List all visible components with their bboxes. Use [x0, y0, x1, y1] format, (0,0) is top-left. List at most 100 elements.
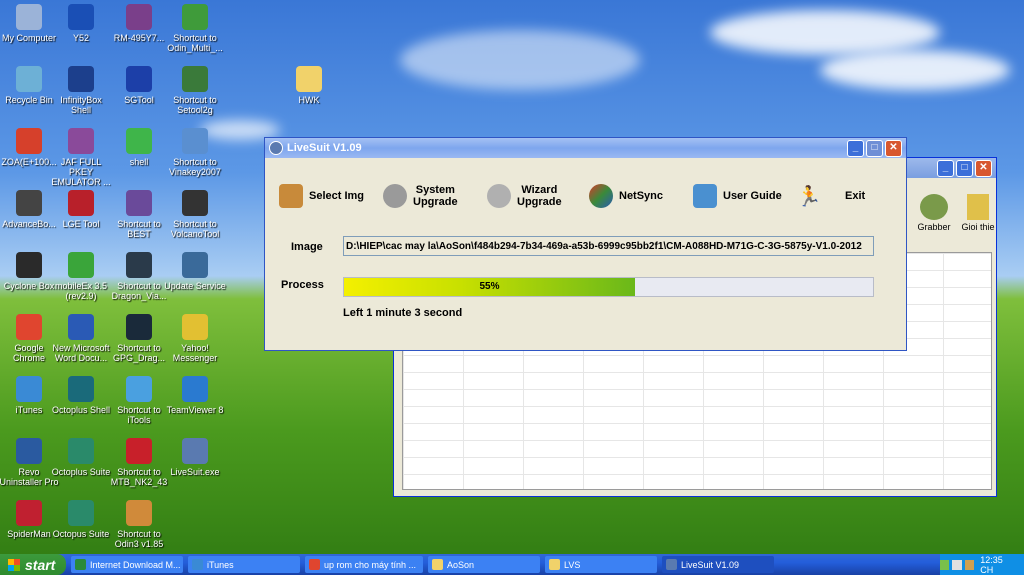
taskbar-task[interactable]: up rom cho máy tính ... [305, 556, 423, 573]
desktop-icon-label: shell [129, 157, 149, 167]
task-icon [75, 559, 86, 570]
livesuit-window[interactable]: LiveSuit V1.09 _ □ ✕ Select Img System U… [264, 137, 907, 351]
desktop-icon[interactable]: mobileEx 3.5 (rev2.9) [50, 252, 112, 301]
app-icon [182, 190, 208, 216]
info-icon [967, 194, 989, 220]
volume-icon[interactable] [952, 559, 962, 570]
wizard-upgrade-label-1: Wizard [521, 184, 558, 196]
desktop-icon[interactable]: JAF FULL PKEY EMULATOR ... [50, 128, 112, 187]
app-icon [68, 66, 94, 92]
desktop-icon[interactable]: Shortcut to Odin_Multi_... [164, 4, 226, 53]
wizard-upgrade-label-2: Upgrade [517, 196, 562, 208]
desktop-icon[interactable]: New Microsoft Word Docu... [50, 314, 112, 363]
desktop-icon[interactable]: Shortcut to Odin3 v1.85 [108, 500, 170, 549]
desktop-icon[interactable]: Octoplus Suite [50, 438, 112, 477]
desktop-icon[interactable]: Shortcut to iTools [108, 376, 170, 425]
maximize-button[interactable]: □ [956, 159, 973, 177]
app-icon [126, 190, 152, 216]
desktop-icon[interactable]: RM-495Y7... [108, 4, 170, 43]
wizard-upgrade-button[interactable]: Wizard Upgrade [487, 184, 562, 208]
window-title: LiveSuit V1.09 [287, 142, 362, 154]
app-icon [182, 438, 208, 464]
minimize-button[interactable]: _ [847, 139, 864, 157]
task-label: up rom cho máy tính ... [324, 559, 417, 570]
desktop-icon-label: Shortcut to Odin_Multi_... [167, 33, 223, 53]
close-button[interactable]: ✕ [885, 139, 902, 157]
grabber-label: Grabber [917, 222, 951, 232]
task-icon [309, 559, 320, 570]
desktop-icon-label: Update Service [164, 281, 226, 291]
desktop-icon-label: Y52 [72, 33, 89, 43]
desktop-icon[interactable]: Shortcut to GPG_Drag... [108, 314, 170, 363]
app-icon [182, 128, 208, 154]
app-icon [126, 128, 152, 154]
taskbar-task[interactable]: LVS [545, 556, 657, 573]
user-guide-button[interactable]: User Guide [693, 184, 782, 208]
app-icon [16, 438, 42, 464]
desktop-icon[interactable]: HWK [278, 66, 340, 105]
app-icon [16, 376, 42, 402]
grabber-button[interactable]: Grabber [914, 194, 954, 232]
desktop-icon[interactable]: InfinityBox Shell [50, 66, 112, 115]
livesuit-titlebar[interactable]: LiveSuit V1.09 _ □ ✕ [265, 138, 906, 158]
tray-app-icon[interactable] [964, 559, 975, 570]
desktop-icon[interactable]: Shortcut to Setool2g [164, 66, 226, 115]
app-icon [126, 66, 152, 92]
desktop-icon-label: Yahoo! Messenger [172, 343, 218, 363]
desktop-icon-label: Octoplus Suite [51, 467, 111, 477]
desktop-icon[interactable]: Octopus Suite [50, 500, 112, 539]
desktop-icon-label: JAF FULL PKEY EMULATOR ... [51, 157, 111, 187]
box-icon [279, 184, 303, 208]
desktop-icon[interactable]: Shortcut to Dragon_Via... [108, 252, 170, 301]
desktop-icon-label: RM-495Y7... [113, 33, 165, 43]
network-icon[interactable] [940, 559, 950, 570]
desktop-icon[interactable]: Shortcut to BEST [108, 190, 170, 239]
app-icon [16, 128, 42, 154]
image-label: Image [291, 241, 323, 253]
maximize-button[interactable]: □ [866, 139, 883, 157]
taskbar: start Internet Download M... iTunes up rom… [0, 554, 1024, 575]
desktop-icon[interactable]: SGTool [108, 66, 170, 105]
desktop-icon[interactable]: Shortcut to Vinakey2007 [164, 128, 226, 177]
desktop-icon-label: Shortcut to Dragon_Via... [111, 281, 167, 301]
user-guide-label: User Guide [723, 190, 782, 202]
taskbar-task[interactable]: LiveSuit V1.09 [662, 556, 774, 573]
desktop-icon[interactable]: LGE Tool [50, 190, 112, 229]
desktop-icon-label: Octopus Suite [52, 529, 110, 539]
info-button[interactable]: Gioi thie [960, 194, 996, 232]
desktop-icon[interactable]: shell [108, 128, 170, 167]
app-icon [68, 252, 94, 278]
clock[interactable]: 12:35 CH [980, 555, 1016, 575]
desktop-icon[interactable]: Shortcut to VolcanoTool [164, 190, 226, 239]
cog-icon [487, 184, 511, 208]
desktop-icon[interactable]: TeamViewer 8 [164, 376, 226, 415]
task-label: LVS [564, 559, 581, 570]
system-upgrade-button[interactable]: System Upgrade [383, 184, 458, 208]
desktop-icon[interactable]: Y52 [50, 4, 112, 43]
desktop-icon[interactable]: Octoplus Shell [50, 376, 112, 415]
desktop-icon[interactable]: Update Service [164, 252, 226, 291]
app-icon [68, 314, 94, 340]
start-button[interactable]: start [0, 554, 66, 575]
desktop-icon[interactable]: Shortcut to MTB_NK2_43 [108, 438, 170, 487]
app-icon [68, 128, 94, 154]
desktop-icon-label: Shortcut to BEST [117, 219, 161, 239]
minimize-button[interactable]: _ [937, 159, 954, 177]
app-icon [182, 314, 208, 340]
desktop-icon[interactable]: LiveSuit.exe [164, 438, 226, 477]
netsync-button[interactable]: NetSync [589, 184, 663, 208]
windows-logo-icon [8, 558, 20, 571]
image-path-field[interactable]: D:\HIEP\cac may la\AoSon\f484b294-7b34-4… [343, 236, 874, 256]
desktop-icon[interactable]: Yahoo! Messenger [164, 314, 226, 363]
taskbar-task[interactable]: iTunes [188, 556, 300, 573]
desktop-icon-label: Shortcut to Vinakey2007 [169, 157, 221, 177]
select-img-button[interactable]: Select Img [279, 184, 364, 208]
desktop-icon-label: HWK [298, 95, 320, 105]
exit-button[interactable]: 🏃 Exit [797, 184, 866, 208]
close-button[interactable]: ✕ [975, 159, 992, 177]
taskbar-task[interactable]: AoSon [428, 556, 540, 573]
select-img-label: Select Img [309, 190, 365, 202]
taskbar-task[interactable]: Internet Download M... [71, 556, 183, 573]
cloud [400, 30, 640, 90]
desktop-icon-label: SGTool [124, 95, 154, 105]
